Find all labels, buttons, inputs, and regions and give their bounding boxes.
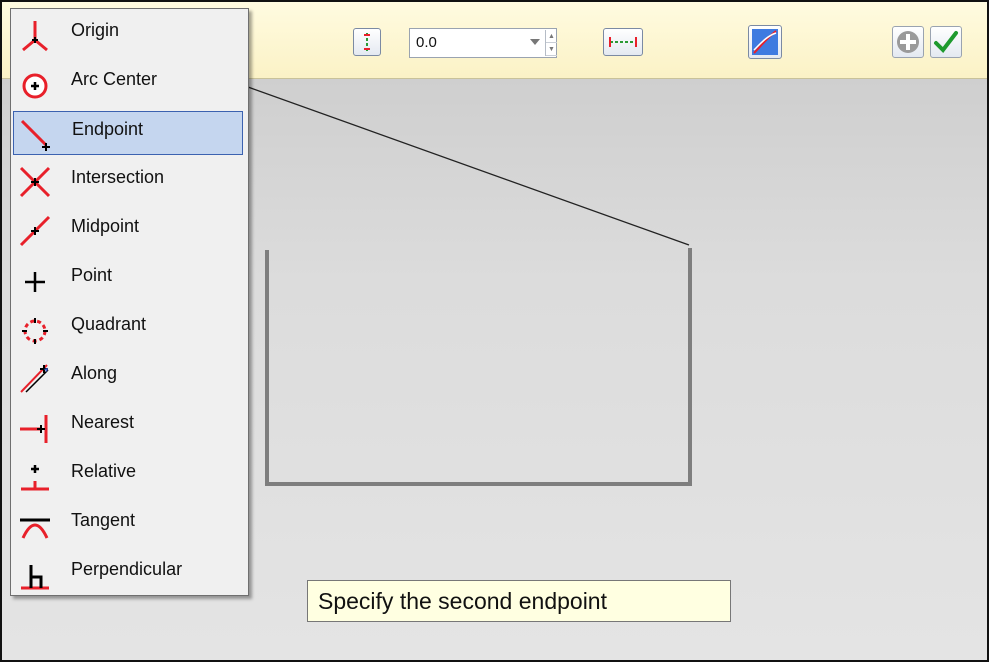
snap-item-nearest[interactable]: Nearest: [13, 405, 243, 449]
snap-item-label: Intersection: [71, 167, 165, 187]
snap-item-along[interactable]: Along: [13, 356, 243, 400]
quadrant-snap-icon: [22, 318, 48, 344]
snap-item-label: Arc Center: [71, 69, 158, 89]
snap-item-label: Endpoint: [72, 119, 144, 139]
origin-snap-icon: [22, 21, 48, 52]
snap-item-relative[interactable]: Relative: [13, 454, 243, 498]
snap-item-label: Quadrant: [71, 314, 147, 334]
tangent-snap-icon: [20, 518, 50, 539]
rubberband-line: [247, 86, 690, 246]
snap-item-label: Origin: [71, 20, 120, 40]
snap-item-endpoint[interactable]: Endpoint: [13, 111, 243, 155]
endpoint-snap-icon: [20, 119, 50, 151]
arc-center-snap-icon: [22, 73, 48, 99]
nearest-snap-icon: [20, 415, 48, 443]
sketch-shape-outline: [265, 248, 692, 486]
intersection-snap-icon: [19, 166, 51, 198]
snap-item-point[interactable]: Point: [13, 258, 243, 302]
point-snap-icon: [25, 272, 45, 292]
snap-item-origin[interactable]: Origin: [13, 13, 243, 57]
cad-window: 0.0 ▲ ▼ Origin Arc Center Endpoint Inter…: [0, 0, 989, 662]
snap-item-perpendicular[interactable]: Perpendicular: [13, 552, 243, 596]
snap-item-label: Perpendicular: [71, 559, 183, 579]
relative-snap-icon: [21, 465, 49, 491]
perpendicular-snap-icon: [21, 565, 49, 590]
snap-item-quadrant[interactable]: Quadrant: [13, 307, 243, 351]
prompt-tooltip: Specify the second endpoint: [307, 580, 731, 622]
snap-item-label: Relative: [71, 461, 137, 481]
snap-item-label: Point: [71, 265, 113, 285]
snap-item-arc-center[interactable]: Arc Center: [13, 62, 243, 106]
along-snap-icon: [20, 364, 49, 393]
snap-item-midpoint[interactable]: Midpoint: [13, 209, 243, 253]
snap-item-tangent[interactable]: Tangent: [13, 503, 243, 547]
snap-item-label: Tangent: [71, 510, 136, 530]
midpoint-snap-icon: [19, 215, 51, 247]
snap-item-label: Midpoint: [71, 216, 140, 236]
tooltip-text: Specify the second endpoint: [318, 588, 607, 614]
snap-item-label: Along: [71, 363, 118, 383]
snap-item-intersection[interactable]: Intersection: [13, 160, 243, 204]
snap-item-label: Nearest: [71, 412, 135, 432]
snap-options-menu: Origin Arc Center Endpoint Intersection: [10, 8, 249, 596]
